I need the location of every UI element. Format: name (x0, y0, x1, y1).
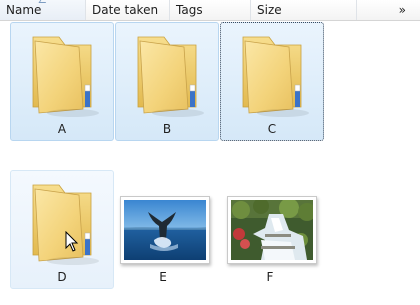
column-tags[interactable]: Tags (170, 0, 251, 20)
column-date-taken-label: Date taken (92, 3, 159, 17)
mouse-pointer-icon (65, 231, 79, 252)
column-name-label: Name (6, 3, 42, 17)
sort-ascending-icon (38, 0, 49, 3)
image-tile-e[interactable]: E (111, 170, 215, 289)
folder-label: D (57, 270, 67, 284)
folder-icon (19, 175, 107, 267)
chevron-right-double-icon: » (398, 3, 406, 17)
folder-tile-d[interactable]: D (10, 170, 114, 289)
folder-tile-b[interactable]: B (115, 22, 219, 141)
whale-tail-photo-icon (124, 200, 206, 260)
folder-tile-c[interactable]: C (220, 22, 324, 141)
folder-label: B (162, 122, 172, 136)
folder-icon (229, 27, 317, 119)
folder-icon (124, 27, 212, 119)
folder-tile-a[interactable]: A (10, 22, 114, 141)
folder-icon (19, 27, 107, 119)
image-label: F (266, 270, 274, 284)
thumbnail-frame (227, 196, 317, 264)
image-tile-f[interactable]: F (218, 170, 322, 289)
image-label: E (159, 270, 167, 284)
folder-label: A (57, 122, 67, 136)
column-header: Name Date taken Tags Size » (0, 0, 420, 21)
more-columns-button[interactable]: » (357, 0, 420, 20)
thumbnail-frame (120, 196, 210, 264)
folder-label: C (267, 122, 277, 136)
waterfall-photo-icon (231, 200, 313, 260)
column-tags-label: Tags (176, 3, 203, 17)
column-name[interactable]: Name (0, 0, 86, 20)
column-size[interactable]: Size (251, 0, 357, 20)
column-date-taken[interactable]: Date taken (86, 0, 170, 20)
column-size-label: Size (257, 3, 282, 17)
